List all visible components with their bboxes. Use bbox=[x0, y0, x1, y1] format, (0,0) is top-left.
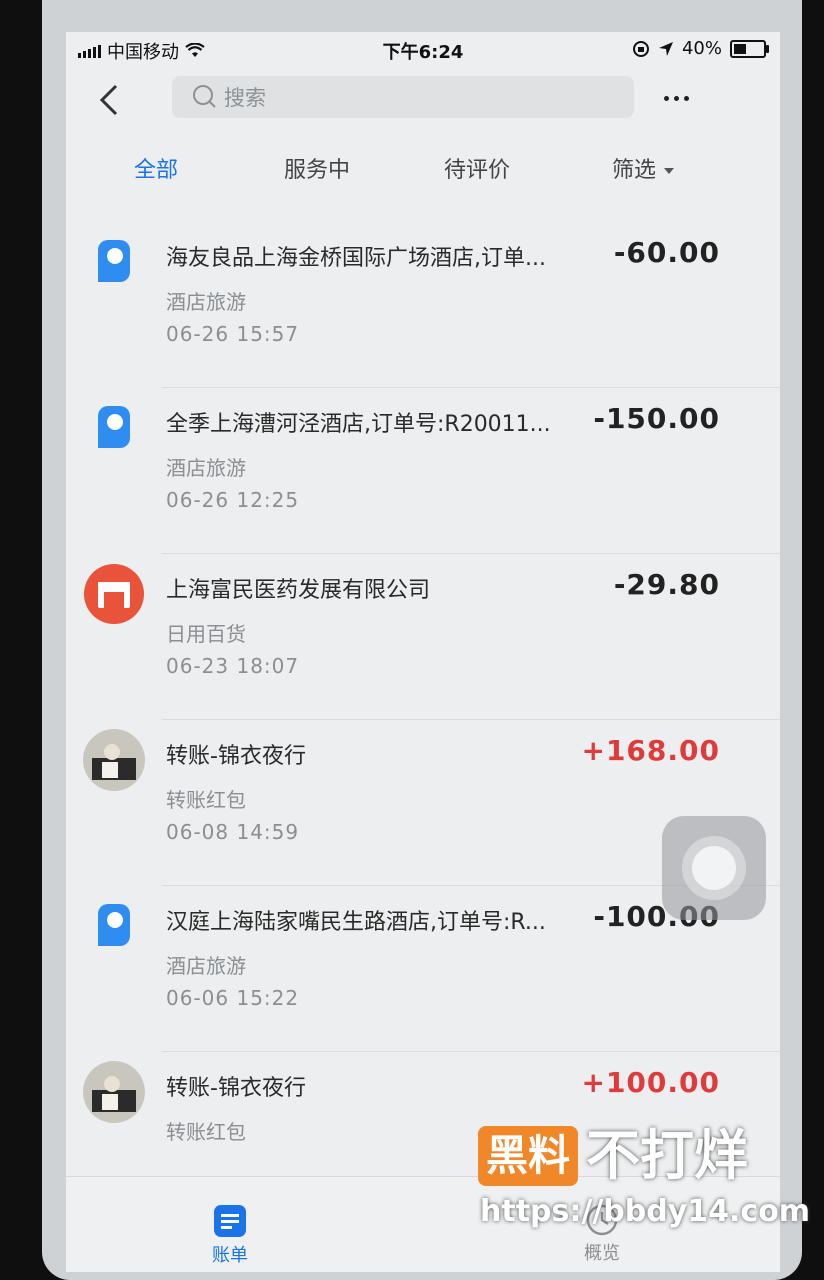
list-item[interactable]: 全季上海漕河泾酒店,订单号:R20011... 酒店旅游 06-26 12:25… bbox=[66, 388, 780, 554]
item-amount: +168.00 bbox=[581, 734, 720, 767]
item-amount: -150.00 bbox=[593, 402, 720, 435]
item-title: 汉庭上海陆家嘴民生路酒店,订单号:R... bbox=[166, 910, 546, 935]
list-item[interactable]: 上海富民医药发展有限公司 日用百货 06-23 18:07 -29.80 bbox=[66, 554, 780, 720]
item-time: 06-06 15:22 bbox=[166, 986, 300, 1010]
app-screen: 中国移动 下午6:24 40% 搜索 全部 服务中 待评价 筛选 海友良品上海金… bbox=[66, 32, 780, 1272]
p-logo-icon bbox=[98, 240, 130, 282]
tab-pending-review[interactable]: 待评价 bbox=[444, 152, 510, 184]
item-title: 海友良品上海金桥国际广场酒店,订单... bbox=[166, 246, 546, 271]
item-category: 日用百货 bbox=[166, 622, 246, 646]
tabbar-bills[interactable]: 账单 bbox=[185, 1203, 275, 1267]
tabbar-overview-label: 概览 bbox=[584, 1243, 620, 1264]
item-time: 06-23 18:07 bbox=[166, 654, 300, 678]
tab-filter[interactable]: 筛选 bbox=[612, 152, 674, 184]
item-category: 转账红包 bbox=[166, 1120, 246, 1144]
tabbar-bills-label: 账单 bbox=[212, 1245, 248, 1266]
item-time: 06-26 12:25 bbox=[166, 488, 300, 512]
item-title: 转账-锦衣夜行 bbox=[166, 1076, 306, 1101]
item-time: 06-08 14:59 bbox=[166, 820, 300, 844]
rotation-lock-icon bbox=[632, 40, 649, 57]
tab-in-service[interactable]: 服务中 bbox=[284, 152, 350, 184]
back-button[interactable] bbox=[94, 80, 124, 120]
list-item[interactable]: 海友良品上海金桥国际广场酒店,订单... 酒店旅游 06-26 15:57 -6… bbox=[66, 222, 780, 388]
item-amount: -60.00 bbox=[613, 236, 720, 269]
item-category: 酒店旅游 bbox=[166, 290, 246, 314]
location-icon bbox=[658, 41, 673, 56]
store-icon bbox=[84, 564, 144, 624]
search-input[interactable]: 搜索 bbox=[172, 76, 634, 118]
watermark: 黑料 不打烊 https://bbdy14.com bbox=[478, 1124, 810, 1244]
battery-icon bbox=[730, 39, 769, 58]
item-amount: +100.00 bbox=[581, 1066, 720, 1099]
item-category: 转账红包 bbox=[166, 788, 246, 812]
watermark-badge: 黑料 bbox=[478, 1126, 579, 1186]
watermark-text: 不打烊 bbox=[586, 1124, 749, 1187]
item-amount: -29.80 bbox=[613, 568, 720, 601]
item-title: 全季上海漕河泾酒店,订单号:R20011... bbox=[166, 412, 551, 437]
tab-all[interactable]: 全部 bbox=[134, 152, 178, 184]
avatar bbox=[83, 1061, 145, 1123]
item-title: 上海富民医药发展有限公司 bbox=[166, 578, 431, 603]
search-placeholder: 搜索 bbox=[224, 86, 266, 110]
search-icon bbox=[193, 85, 216, 108]
item-category: 酒店旅游 bbox=[166, 456, 246, 480]
bill-icon bbox=[214, 1205, 246, 1237]
filter-tabs: 全部 服务中 待评价 筛选 bbox=[66, 144, 780, 188]
watermark-url: https://bbdy14.com bbox=[480, 1194, 811, 1229]
chevron-left-icon bbox=[99, 84, 118, 116]
battery-percent: 40% bbox=[681, 38, 722, 59]
p-logo-icon bbox=[98, 904, 130, 946]
item-time: 06-26 15:57 bbox=[166, 322, 300, 346]
status-bar: 中国移动 下午6:24 40% bbox=[66, 32, 780, 66]
item-title: 转账-锦衣夜行 bbox=[166, 744, 306, 769]
p-logo-icon bbox=[98, 406, 130, 448]
avatar bbox=[83, 729, 145, 791]
more-button[interactable] bbox=[664, 90, 698, 106]
item-category: 酒店旅游 bbox=[166, 954, 246, 978]
assistive-touch-button[interactable] bbox=[662, 816, 766, 920]
